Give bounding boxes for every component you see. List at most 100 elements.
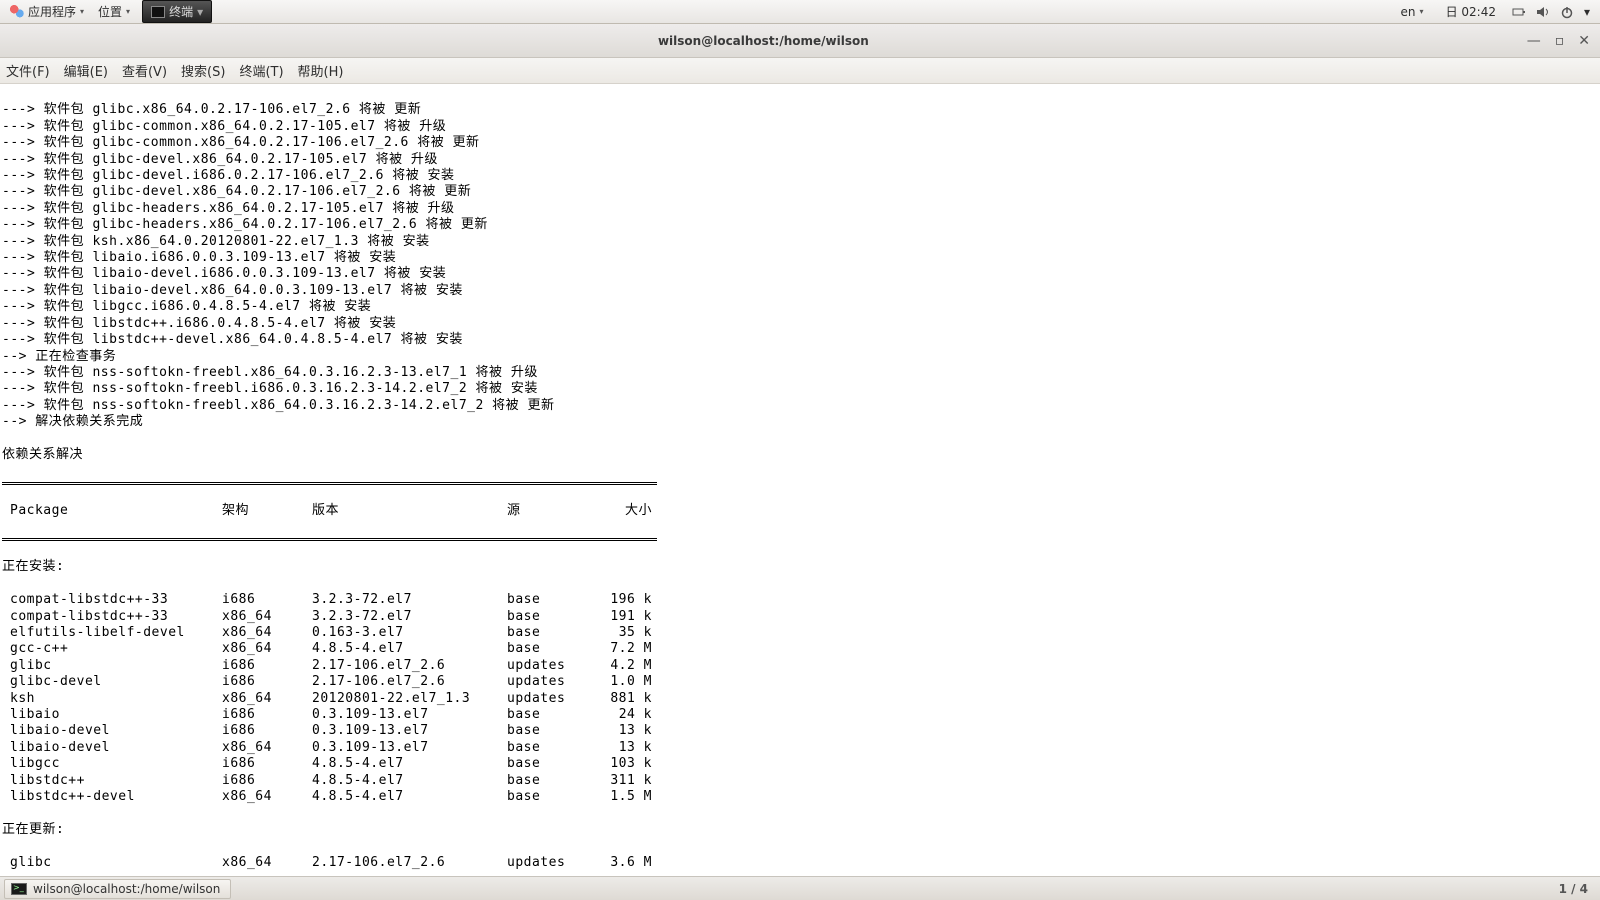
chevron-down-icon: ▾ (126, 7, 130, 16)
cell-arch: x86_64 (222, 789, 312, 805)
cell-pkg: libaio (2, 707, 222, 723)
power-icon[interactable] (1560, 5, 1574, 19)
cell-pkg: glibc (2, 855, 222, 871)
cell-size: 103 k (602, 756, 652, 772)
cell-ver: 2.17-106.el7_2.6 (312, 855, 507, 871)
yum-transaction-log: ---> 软件包 glibc.x86_64.0.2.17-106.el7_2.6… (2, 102, 1596, 463)
clock[interactable]: 日 02:42 (1440, 3, 1502, 20)
cell-size: 4.2 M (602, 658, 652, 674)
terminal-menubar: 文件(F) 编辑(E) 查看(V) 搜索(S) 终端(T) 帮助(H) (0, 58, 1600, 84)
cell-src: base (507, 609, 602, 625)
cell-arch: i686 (222, 658, 312, 674)
col-package: Package (2, 503, 222, 519)
cell-size: 13 k (602, 723, 652, 739)
lang-label: en (1401, 5, 1416, 19)
cell-pkg: libgcc (2, 756, 222, 772)
taskbar-label: wilson@localhost:/home/wilson (33, 882, 220, 896)
cell-arch: x86_64 (222, 609, 312, 625)
table-row: libstdc++-develx86_644.8.5-4.el7base1.5 … (2, 789, 1596, 805)
cell-pkg: libaio-devel (2, 740, 222, 756)
applications-label: 应用程序 (28, 3, 76, 20)
table-row: gcc-c++x86_644.8.5-4.el7base7.2 M (2, 641, 1596, 657)
table-row: libaio-develx86_640.3.109-13.el7base13 k (2, 740, 1596, 756)
cell-size: 24 k (602, 707, 652, 723)
cell-size: 1.5 M (602, 789, 652, 805)
cell-ver: 0.163-3.el7 (312, 625, 507, 641)
cell-ver: 4.8.5-4.el7 (312, 641, 507, 657)
workspace-switcher[interactable]: 1 / 4 (1559, 882, 1596, 896)
volume-icon[interactable] (1536, 5, 1550, 19)
battery-icon[interactable] (1512, 5, 1526, 19)
menu-help[interactable]: 帮助(H) (298, 61, 344, 80)
gnome-bottom-panel: wilson@localhost:/home/wilson 1 / 4 (0, 876, 1600, 900)
menu-view[interactable]: 查看(V) (122, 61, 167, 80)
cell-ver: 2.17-106.el7_2.6 (312, 674, 507, 690)
terminal-icon (151, 6, 165, 18)
cell-src: updates (507, 691, 602, 707)
updating-section-label: 正在更新: (2, 822, 1596, 838)
cell-arch: x86_64 (222, 855, 312, 871)
cell-size: 3.6 M (602, 855, 652, 871)
terminal-icon (11, 883, 27, 895)
chevron-down-icon: ▾ (1420, 7, 1424, 16)
cell-ver: 0.3.109-13.el7 (312, 707, 507, 723)
cell-ver: 4.8.5-4.el7 (312, 773, 507, 789)
menu-edit[interactable]: 编辑(E) (64, 61, 108, 80)
cell-pkg: elfutils-libelf-devel (2, 625, 222, 641)
table-row: glibc-develi6862.17-106.el7_2.6updates1.… (2, 674, 1596, 690)
taskbar-button[interactable]: wilson@localhost:/home/wilson (4, 879, 231, 899)
cell-arch: x86_64 (222, 625, 312, 641)
chevron-down-icon: ▾ (197, 5, 203, 19)
col-source: 源 (507, 503, 602, 519)
window-titlebar: wilson@localhost:/home/wilson — ▫ ✕ (0, 24, 1600, 58)
col-arch: 架构 (222, 503, 312, 519)
clock-label: 日 02:42 (1446, 3, 1496, 20)
cell-ver: 0.3.109-13.el7 (312, 740, 507, 756)
table-row: libaio-develi6860.3.109-13.el7base13 k (2, 723, 1596, 739)
cell-size: 35 k (602, 625, 652, 641)
cell-src: base (507, 625, 602, 641)
cell-src: updates (507, 658, 602, 674)
cell-arch: i686 (222, 756, 312, 772)
active-window-button[interactable]: 终端 ▾ (142, 0, 212, 23)
gnome-top-panel: 应用程序 ▾ 位置 ▾ 终端 ▾ en ▾ 日 02:42 ▾ (0, 0, 1600, 24)
cell-src: updates (507, 674, 602, 690)
table-row: glibci6862.17-106.el7_2.6updates4.2 M (2, 658, 1596, 674)
minimize-button[interactable]: — (1527, 33, 1541, 49)
cell-size: 13 k (602, 740, 652, 756)
table-border-mid (2, 538, 657, 541)
cell-src: base (507, 641, 602, 657)
places-label: 位置 (98, 3, 122, 20)
table-row: kshx86_6420120801-22.el7_1.3updates881 k (2, 691, 1596, 707)
maximize-button[interactable]: ▫ (1555, 33, 1565, 49)
col-size: 大小 (602, 503, 652, 519)
cell-arch: i686 (222, 592, 312, 608)
cell-src: updates (507, 855, 602, 871)
menu-search[interactable]: 搜索(S) (181, 61, 225, 80)
cell-size: 881 k (602, 691, 652, 707)
menu-terminal[interactable]: 终端(T) (239, 61, 283, 80)
chevron-down-icon: ▾ (1584, 5, 1590, 19)
close-button[interactable]: ✕ (1578, 33, 1590, 49)
cell-size: 196 k (602, 592, 652, 608)
cell-pkg: compat-libstdc++-33 (2, 592, 222, 608)
cell-arch: i686 (222, 674, 312, 690)
places-menu[interactable]: 位置 ▾ (92, 3, 136, 20)
cell-arch: x86_64 (222, 691, 312, 707)
terminal-output[interactable]: ---> 软件包 glibc.x86_64.0.2.17-106.el7_2.6… (0, 84, 1600, 876)
input-method-indicator[interactable]: en ▾ (1395, 5, 1430, 19)
cell-size: 191 k (602, 609, 652, 625)
cell-pkg: libstdc++-devel (2, 789, 222, 805)
cell-ver: 20120801-22.el7_1.3 (312, 691, 507, 707)
menu-file[interactable]: 文件(F) (6, 61, 50, 80)
table-border-top (2, 482, 657, 485)
cell-src: base (507, 773, 602, 789)
chevron-down-icon: ▾ (80, 7, 84, 16)
table-row: compat-libstdc++-33x86_643.2.3-72.el7bas… (2, 609, 1596, 625)
cell-ver: 3.2.3-72.el7 (312, 609, 507, 625)
table-row: libstdc++i6864.8.5-4.el7base311 k (2, 773, 1596, 789)
cell-arch: x86_64 (222, 641, 312, 657)
applications-menu[interactable]: 应用程序 ▾ (4, 3, 90, 20)
cell-size: 311 k (602, 773, 652, 789)
gnome-foot-icon (10, 5, 24, 19)
